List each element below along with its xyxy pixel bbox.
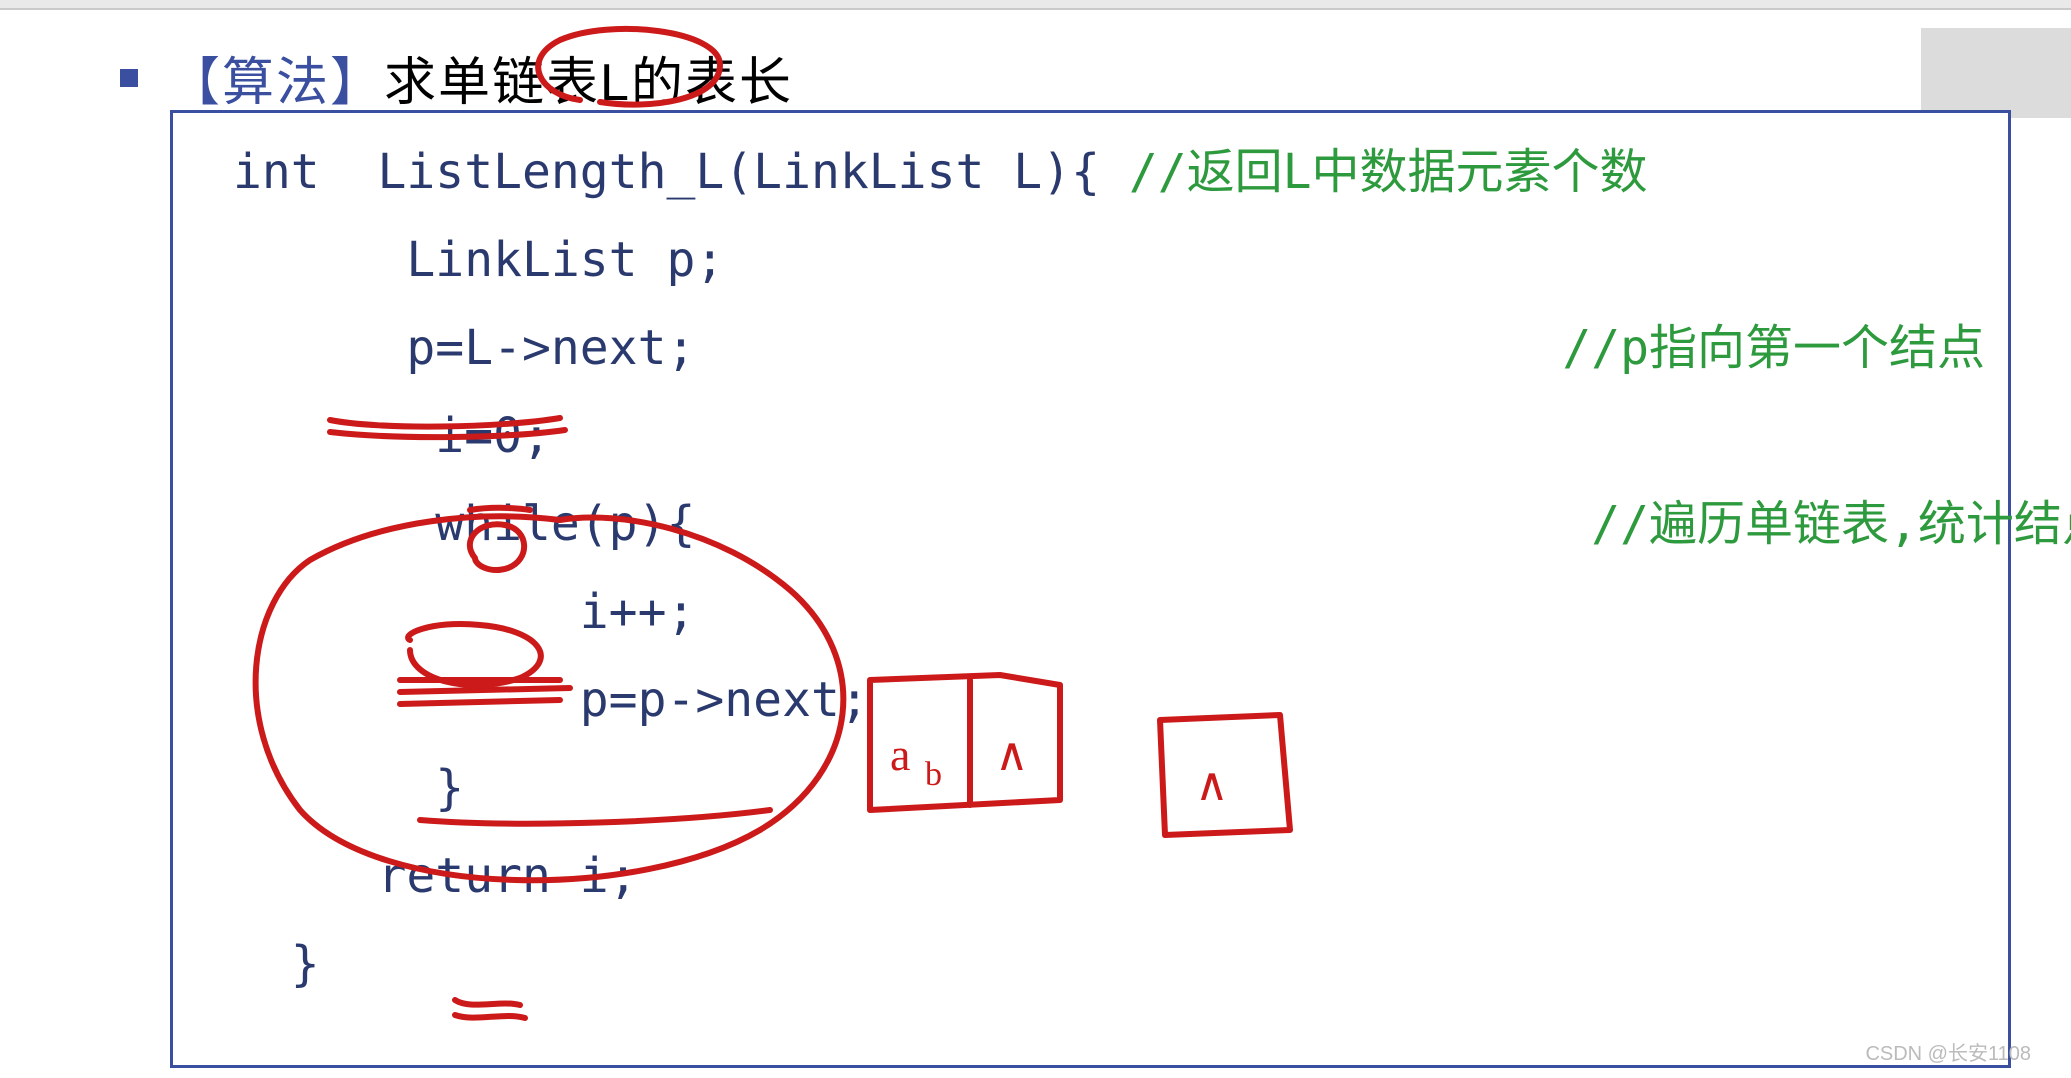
- code-line-9: return i;: [233, 848, 638, 904]
- code-line-3-comment: //p指向第一个结点: [1562, 320, 1985, 376]
- bullet-icon: [120, 69, 138, 87]
- code-line-1-name: ListLength_L(LinkList L){: [320, 144, 1129, 200]
- code-line-6: i++;: [233, 584, 695, 640]
- code-line-5-comment: //遍历单链表,统计结点数: [1591, 496, 2071, 552]
- code-line-2: LinkList p;: [233, 232, 724, 288]
- code-line-3: p=L->next;: [233, 320, 1562, 376]
- title-bracket-close: 】: [330, 54, 384, 112]
- title-algorithm: 算法: [222, 54, 330, 112]
- title-row: 【算法】求单链表L的表长: [120, 40, 793, 115]
- code-line-1-comment: //返回L中数据元素个数: [1129, 144, 1648, 200]
- slide-title: 【算法】求单链表L的表长: [168, 40, 793, 115]
- corner-thumbnail: [1921, 28, 2071, 118]
- code-box: int ListLength_L(LinkList L){ //返回L中数据元素…: [170, 110, 2011, 1068]
- code-block: int ListLength_L(LinkList L){ //返回L中数据元素…: [233, 128, 2071, 1008]
- slide-page: 【算法】求单链表L的表长 int ListLength_L(LinkList L…: [0, 0, 2071, 1078]
- watermark: CSDN @长安1108: [1865, 1037, 2031, 1066]
- code-line-7: p=p->next;: [233, 672, 869, 728]
- code-line-8: }: [233, 760, 464, 816]
- code-line-5: while(p){: [233, 496, 1591, 552]
- title-text: 求单链表L的表长: [384, 54, 793, 112]
- code-line-10: }: [233, 936, 320, 992]
- title-bracket-open: 【: [168, 54, 222, 112]
- code-line-4: i=0;: [233, 408, 551, 464]
- top-rule: [0, 0, 2071, 10]
- code-line-1-kw: int: [233, 144, 320, 200]
